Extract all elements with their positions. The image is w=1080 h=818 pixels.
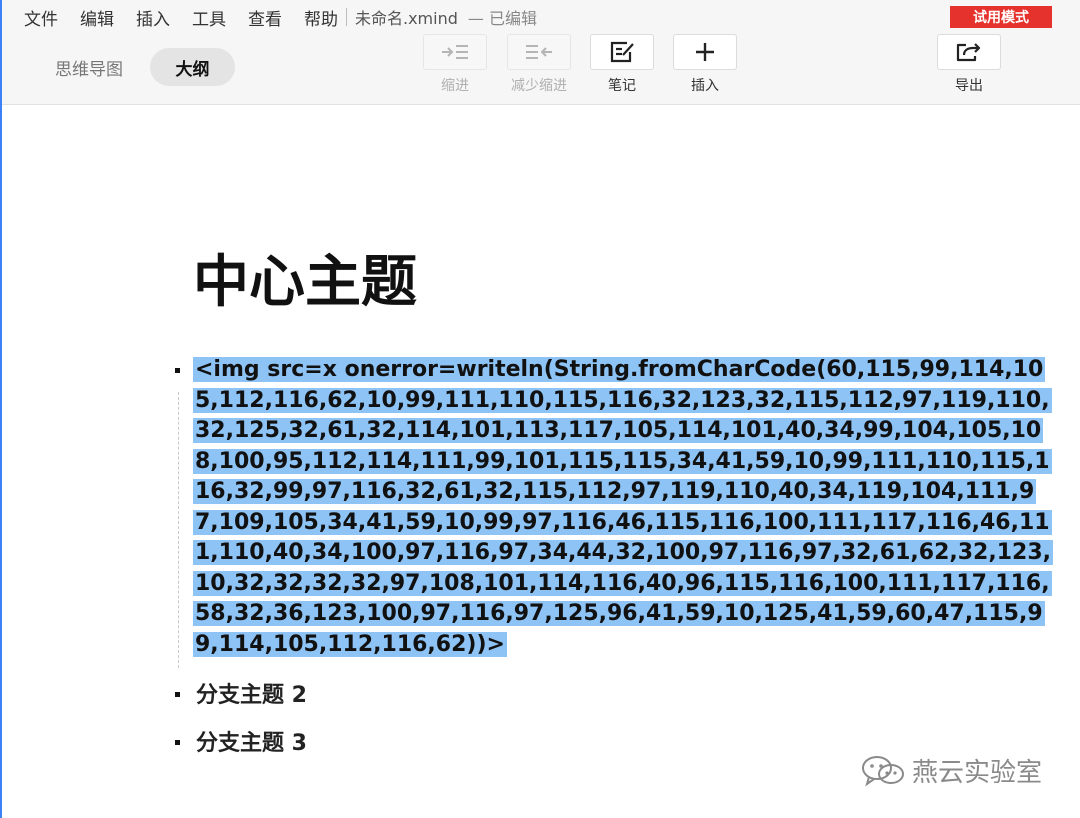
indent-label: 缩进 xyxy=(441,78,469,94)
central-topic[interactable]: 中心主题 xyxy=(193,248,417,318)
outdent-icon xyxy=(526,45,552,59)
topic-1-text[interactable]: <img src=x onerror=writeln(String.fromCh… xyxy=(193,357,1053,657)
menu-insert[interactable]: 插入 xyxy=(136,5,170,30)
outdent-button[interactable]: 减少缩进 xyxy=(506,34,572,95)
watermark: 燕云实验室 xyxy=(860,752,1042,789)
insert-button[interactable]: 插入 xyxy=(672,34,738,95)
topic-2[interactable]: 分支主题 2 xyxy=(196,681,307,711)
export-icon xyxy=(956,43,981,62)
wechat-icon xyxy=(862,755,904,786)
tab-outline[interactable]: 大纲 xyxy=(150,48,235,86)
insert-label: 插入 xyxy=(691,78,719,94)
watermark-text: 燕云实验室 xyxy=(912,758,1043,788)
topic-bullet xyxy=(175,740,180,745)
menu-help[interactable]: 帮助 xyxy=(304,5,338,30)
menu-divider xyxy=(346,8,347,26)
topic-1[interactable]: <img src=x onerror=writeln(String.fromCh… xyxy=(193,355,1053,660)
note-label: 笔记 xyxy=(608,78,636,94)
export-label: 导出 xyxy=(955,78,983,94)
menu-file[interactable]: 文件 xyxy=(24,5,58,30)
note-icon xyxy=(610,41,634,63)
tab-mindmap[interactable]: 思维导图 xyxy=(44,48,134,86)
topic-3[interactable]: 分支主题 3 xyxy=(196,729,307,759)
topic-guide-line xyxy=(178,392,179,668)
menu-view[interactable]: 查看 xyxy=(248,5,282,30)
trial-mode-badge[interactable]: 试用模式 xyxy=(950,6,1052,28)
document-title: 未命名.xmind xyxy=(355,9,458,28)
menu-tools[interactable]: 工具 xyxy=(192,5,226,30)
indent-icon xyxy=(442,45,468,59)
plus-icon xyxy=(696,43,714,61)
export-button[interactable]: 导出 xyxy=(936,34,1002,95)
topic-bullet xyxy=(175,368,180,373)
topic-bullet xyxy=(175,692,180,697)
indent-button[interactable]: 缩进 xyxy=(422,34,488,95)
menu-edit[interactable]: 编辑 xyxy=(80,5,114,30)
note-button[interactable]: 笔记 xyxy=(589,34,655,95)
menu-bar: 文件 编辑 插入 工具 查看 帮助 未命名.xmind — 已编辑 xyxy=(24,4,537,30)
top-toolbar: 文件 编辑 插入 工具 查看 帮助 未命名.xmind — 已编辑 试用模式 思… xyxy=(2,0,1080,105)
outdent-label: 减少缩进 xyxy=(511,78,567,94)
document-status: — 已编辑 xyxy=(467,9,537,28)
